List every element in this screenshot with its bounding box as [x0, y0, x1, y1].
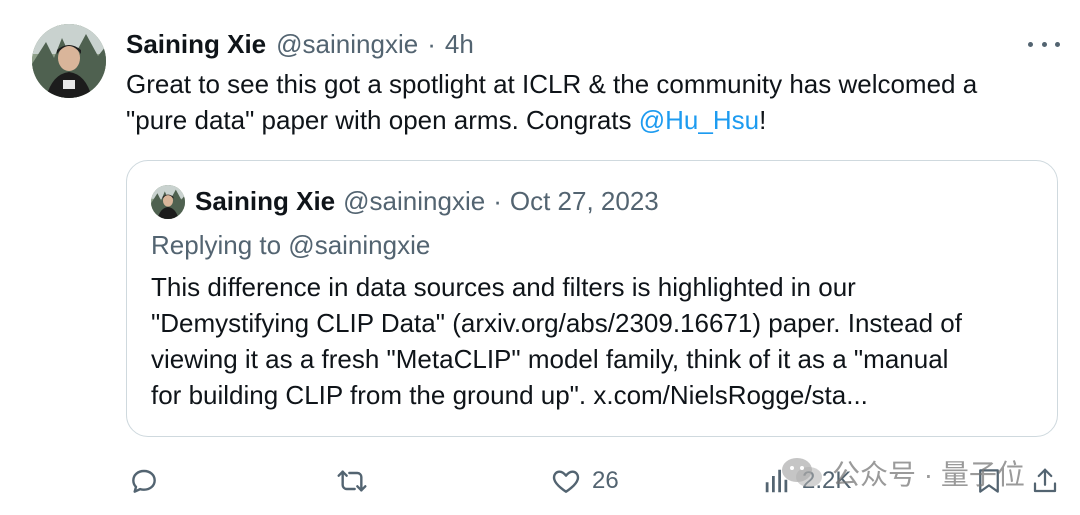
- retweet-icon: [337, 470, 367, 492]
- tweet-header: Saining Xie @sainingxie · 4h: [126, 26, 474, 62]
- tweet-card: Saining Xie @sainingxie · 4h Great to se…: [0, 0, 1080, 515]
- tweet-text-line: "pure data" paper with open arms. Congra…: [126, 102, 1066, 138]
- like-button[interactable]: 26: [550, 458, 619, 504]
- quoted-tweet-date: Oct 27, 2023: [509, 185, 659, 216]
- quoted-text-line: for building CLIP from the ground up". x…: [151, 380, 868, 410]
- tweet-text-segment: !: [759, 105, 767, 135]
- quoted-author-name[interactable]: Saining Xie: [195, 186, 335, 217]
- share-icon: [1033, 468, 1057, 493]
- tweet-text-segment: "pure data" paper with open arms. Congra…: [126, 105, 639, 135]
- quoted-text-line: viewing it as a fresh "MetaCLIP" model f…: [151, 344, 949, 374]
- author-handle[interactable]: @sainingxie: [276, 29, 418, 60]
- like-count: 26: [592, 467, 619, 494]
- more-horizontal-icon: [1055, 41, 1060, 47]
- views-count: 2.2K: [802, 467, 852, 494]
- quoted-tweet-header: Saining Xie @sainingxie · Oct 27, 2023: [195, 183, 659, 219]
- tweet-text-line: Great to see this got a spotlight at ICL…: [126, 69, 978, 99]
- retweet-button[interactable]: [334, 458, 370, 504]
- heart-icon: [552, 470, 580, 493]
- quoted-author-avatar[interactable]: [151, 185, 185, 219]
- share-button[interactable]: [1030, 458, 1060, 504]
- reply-button[interactable]: [128, 458, 160, 504]
- separator-dot: ·: [427, 28, 436, 59]
- author-avatar[interactable]: [32, 24, 106, 98]
- quoted-tweet[interactable]: Saining Xie @sainingxie · Oct 27, 2023 R…: [126, 160, 1058, 437]
- separator-dot: ·: [493, 185, 502, 216]
- more-horizontal-icon: [1041, 41, 1047, 47]
- more-horizontal-icon: [1028, 41, 1033, 47]
- action-bar: 26 2.2K: [0, 458, 1080, 504]
- author-name[interactable]: Saining Xie: [126, 29, 266, 60]
- bookmark-icon: [979, 469, 999, 493]
- tweet-timestamp[interactable]: 4h: [445, 29, 474, 60]
- quoted-tweet-text: This difference in data sources and filt…: [151, 269, 1051, 413]
- reply-icon: [132, 469, 156, 493]
- quoted-text-line: This difference in data sources and filt…: [151, 272, 856, 302]
- replying-to-label: Replying to @sainingxie: [151, 230, 431, 260]
- quoted-text-line: "Demystifying CLIP Data" (arxiv.org/abs/…: [151, 308, 962, 338]
- quoted-author-handle[interactable]: @sainingxie: [343, 186, 485, 217]
- mention-link[interactable]: @Hu_Hsu: [639, 105, 759, 135]
- tweet-text: Great to see this got a spotlight at ICL…: [126, 66, 1066, 138]
- more-options-button[interactable]: [1028, 32, 1060, 56]
- views-button[interactable]: 2.2K: [762, 458, 851, 504]
- bookmark-button[interactable]: [974, 458, 1004, 504]
- views-chart-icon: [765, 469, 788, 493]
